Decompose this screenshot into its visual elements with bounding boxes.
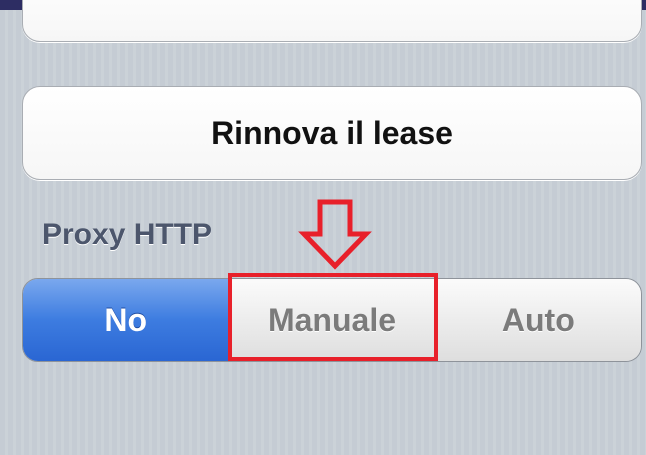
renew-lease-label: Rinnova il lease bbox=[211, 114, 453, 151]
segment-no[interactable]: No bbox=[23, 279, 229, 361]
segment-auto[interactable]: Auto bbox=[434, 279, 641, 361]
annotation-highlight-box bbox=[228, 273, 438, 361]
renew-lease-button[interactable]: Rinnova il lease bbox=[22, 86, 642, 180]
proxy-http-header: Proxy HTTP bbox=[42, 218, 213, 251]
previous-table-cell[interactable] bbox=[22, 0, 642, 42]
down-arrow-icon bbox=[298, 199, 372, 270]
